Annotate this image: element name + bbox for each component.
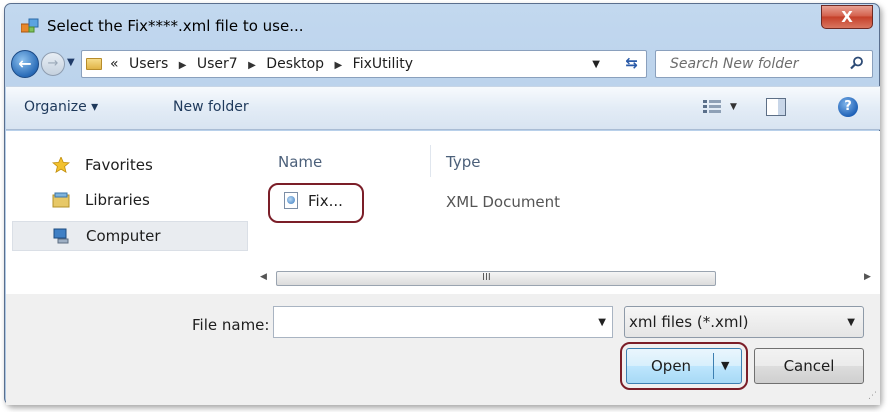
file-name-label: File name:: [192, 316, 270, 334]
scroll-right-icon[interactable]: ▶: [864, 272, 871, 282]
file-name-field[interactable]: ▼: [273, 306, 613, 338]
column-header-type[interactable]: Type: [446, 153, 480, 171]
help-icon[interactable]: ?: [838, 97, 858, 117]
nav-item-label: Computer: [86, 227, 161, 245]
highlight-annotation: [268, 183, 364, 223]
breadcrumb-user7[interactable]: User7: [197, 56, 238, 72]
file-type-filter[interactable]: xml files (*.xml) ▼: [624, 306, 864, 338]
chevron-right-icon[interactable]: ▶: [179, 60, 187, 71]
chevron-down-icon[interactable]: ▼: [847, 317, 855, 328]
chevron-right-icon[interactable]: ▶: [335, 60, 343, 71]
column-header-name[interactable]: Name: [278, 153, 322, 171]
file-list: Name Type Fix... XML Document ◀ III ▶: [254, 131, 880, 294]
views-dropdown-icon[interactable]: ▼: [730, 102, 737, 112]
nav-item-computer[interactable]: Computer: [12, 221, 248, 251]
command-toolbar: Organize ▾ New folder ▼ ?: [6, 86, 880, 130]
computer-icon: [53, 228, 69, 244]
search-placeholder: Search New folder: [670, 56, 799, 72]
file-name-dropdown-icon[interactable]: ▼: [598, 317, 606, 328]
file-open-dialog: Select the Fix****.xml file to use... X …: [4, 3, 880, 405]
cancel-button[interactable]: Cancel: [754, 348, 864, 384]
star-icon: [52, 157, 70, 173]
file-type: XML Document: [446, 193, 561, 211]
arrow-right-icon: →: [47, 56, 59, 71]
folder-icon: [86, 58, 102, 70]
nav-item-label: Favorites: [85, 156, 153, 174]
address-row: ← → ▼ « Users ▶ User7 ▶ Desktop ▶ FixUti…: [5, 48, 879, 80]
search-input[interactable]: Search New folder: [655, 50, 873, 78]
address-bar[interactable]: « Users ▶ User7 ▶ Desktop ▶ FixUtility ▼…: [81, 50, 647, 78]
nav-item-favorites[interactable]: Favorites: [12, 151, 248, 181]
file-row[interactable]: Fix... XML Document: [254, 183, 880, 223]
preview-pane-icon[interactable]: [766, 98, 786, 116]
organize-button[interactable]: Organize ▾: [24, 99, 98, 115]
breadcrumb: « Users ▶ User7 ▶ Desktop ▶ FixUtility: [110, 56, 413, 72]
recent-pages-dropdown-icon[interactable]: ▼: [67, 57, 75, 68]
chevron-right-icon[interactable]: ▶: [248, 60, 256, 71]
resize-grip-icon[interactable]: ⋰: [868, 391, 877, 401]
refresh-icon[interactable]: ⇆: [625, 54, 638, 72]
library-icon: [52, 192, 70, 208]
views-icon[interactable]: [702, 99, 722, 115]
dialog-footer: File name: ▼ xml files (*.xml) ▼ Open ▼ …: [6, 294, 880, 405]
arrow-left-icon: ←: [18, 54, 32, 73]
back-button[interactable]: ←: [11, 50, 39, 78]
breadcrumb-desktop[interactable]: Desktop: [266, 56, 324, 72]
title-bar: Select the Fix****.xml file to use... X: [5, 4, 879, 46]
close-button[interactable]: X: [821, 5, 873, 29]
navigation-pane: Favorites Libraries Computer: [6, 131, 248, 294]
column-divider[interactable]: [430, 145, 431, 177]
scroll-left-icon[interactable]: ◀: [260, 272, 267, 282]
scroll-grip: III: [482, 272, 491, 283]
window-title: Select the Fix****.xml file to use...: [47, 17, 304, 35]
address-dropdown-icon[interactable]: ▼: [592, 59, 600, 70]
forward-button[interactable]: →: [41, 52, 65, 76]
breadcrumb-fixutility[interactable]: FixUtility: [353, 56, 413, 72]
breadcrumb-users[interactable]: Users: [129, 56, 168, 72]
search-icon[interactable]: [850, 56, 864, 70]
horizontal-scrollbar[interactable]: ◀ III ▶: [260, 270, 874, 288]
app-icon: [21, 18, 39, 33]
content-area: Favorites Libraries Computer Name Type F…: [6, 131, 880, 294]
breadcrumb-overflow[interactable]: «: [110, 56, 119, 72]
scrollbar-thumb[interactable]: III: [276, 271, 716, 286]
nav-item-label: Libraries: [85, 191, 150, 209]
file-type-filter-value: xml files (*.xml): [629, 313, 749, 331]
highlight-annotation: [620, 342, 748, 390]
nav-item-libraries[interactable]: Libraries: [12, 186, 248, 216]
new-folder-button[interactable]: New folder: [173, 99, 249, 115]
